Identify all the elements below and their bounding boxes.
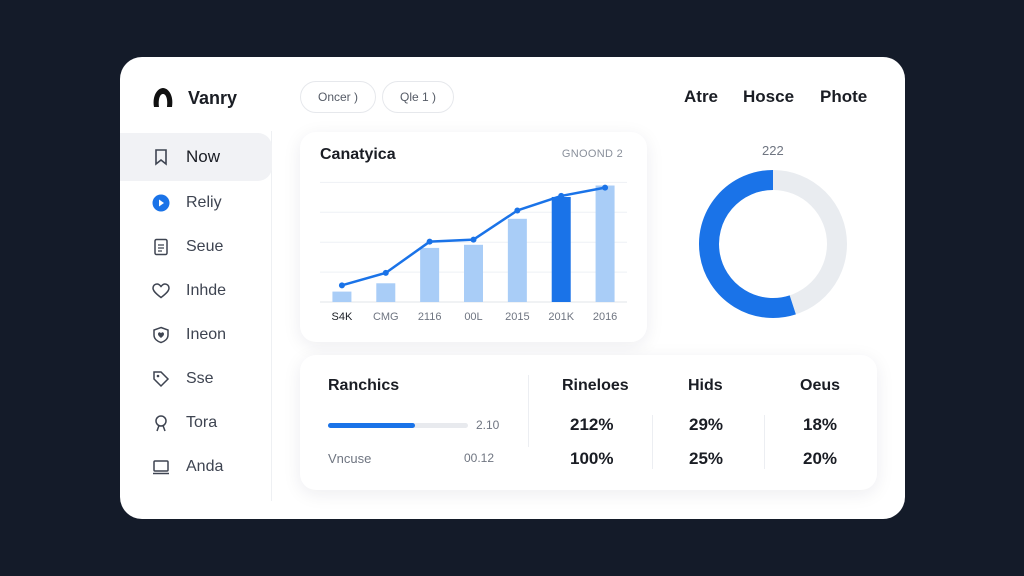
line-point (602, 184, 609, 191)
x-tick-label: S4K (332, 311, 353, 323)
top-nav-item-3[interactable]: Phote (820, 87, 867, 107)
stats-col-header: Rineloes (562, 377, 629, 394)
top-nav-item-1[interactable]: Atre (684, 87, 718, 107)
sidebar-item-seue[interactable]: Seue (120, 223, 272, 271)
divider (528, 375, 529, 447)
sidebar: Now Reliy Seue Inhde Ineon Sse Tora Anda (120, 131, 272, 501)
user-icon (152, 414, 170, 432)
sidebar-item-label: Tora (186, 414, 218, 431)
brand[interactable]: Vanry (150, 85, 237, 111)
chart-bar (595, 185, 615, 302)
sidebar-item-tora[interactable]: Tora (120, 399, 272, 447)
filter-pill-2[interactable]: Qle 1 ) (382, 81, 454, 113)
chart-bar (551, 196, 571, 302)
sidebar-item-sse[interactable]: Sse (120, 355, 272, 403)
sidebar-item-reliy[interactable]: Reliy (120, 179, 272, 227)
line-point (382, 269, 389, 276)
line-point (338, 282, 345, 289)
sidebar-item-label: Seue (186, 238, 224, 255)
x-tick-label: CMG (373, 311, 399, 323)
stats-col-value: 18% (803, 415, 838, 434)
stats-col-header: Hids (688, 377, 723, 394)
stats-col-value: 20% (803, 449, 838, 468)
stats-col-value: 100% (570, 449, 614, 468)
sidebar-item-now[interactable]: Now (120, 133, 272, 181)
divider (652, 415, 653, 469)
shield-heart-icon (152, 326, 170, 344)
analytics-chart-card: Canatyica GNOOND 2 S4K CMG 2116 00L 2015 201K… (300, 132, 647, 342)
sidebar-item-label: Inhde (186, 282, 227, 299)
sidebar-item-inhde[interactable]: Inhde (120, 267, 272, 315)
sidebar-item-label: Reliy (186, 194, 222, 211)
heart-icon (152, 282, 170, 300)
stats-col-value: 212% (570, 415, 614, 434)
tag-icon (152, 370, 170, 388)
app-window: Vanry Oncer ) Qle 1 ) Atre Hosce Phote N… (120, 57, 905, 519)
donut-label: 222 (762, 143, 784, 158)
progress-bar (328, 423, 468, 428)
chart-bar (420, 247, 440, 302)
progress-fill (328, 423, 415, 428)
chart-bar (376, 283, 396, 302)
play-circle-icon (152, 194, 170, 212)
top-nav-item-2[interactable]: Hosce (743, 87, 794, 107)
line-point (426, 238, 433, 245)
sidebar-item-label: Sse (186, 370, 214, 387)
bookmark-icon (152, 148, 170, 166)
donut-segment (699, 170, 796, 318)
sidebar-item-label: Anda (186, 458, 224, 475)
document-icon (152, 238, 170, 256)
stats-title: Ranchics (328, 377, 400, 394)
chart-bar (332, 291, 352, 302)
stats-sub-label: Vncuse (328, 451, 372, 466)
sidebar-item-anda[interactable]: Anda (120, 443, 272, 491)
x-tick-label: 2116 (418, 311, 442, 323)
donut-chart (699, 170, 847, 318)
brand-logo-icon (153, 88, 173, 107)
sidebar-item-label: Ineon (186, 326, 227, 343)
x-tick-label: 00L (464, 311, 482, 323)
x-tick-label: 2016 (593, 311, 617, 323)
stats-col-value: 25% (689, 449, 724, 468)
line-point (514, 207, 521, 214)
chart-bar (507, 218, 527, 302)
app-name: Vanry (188, 87, 238, 108)
filter-pill-1[interactable]: Oncer ) (300, 81, 376, 113)
stats-col-header: Oeus (800, 377, 841, 394)
monitor-icon (152, 458, 170, 476)
line-point (558, 192, 565, 199)
x-tick-label: 201K (548, 311, 574, 323)
sidebar-item-ineon[interactable]: Ineon (120, 311, 272, 359)
x-tick-label: 2015 (505, 311, 529, 323)
line-point (470, 236, 477, 243)
bar-line-chart: S4K CMG 2116 00L 2015 201K 2016 (320, 181, 627, 323)
divider (764, 415, 765, 469)
stats-sub-value: 00.12 (464, 451, 495, 465)
progress-value: 2.10 (476, 418, 500, 432)
stats-col-value: 29% (689, 415, 724, 434)
sidebar-item-label: Now (186, 147, 221, 166)
chart-bar (464, 244, 483, 302)
